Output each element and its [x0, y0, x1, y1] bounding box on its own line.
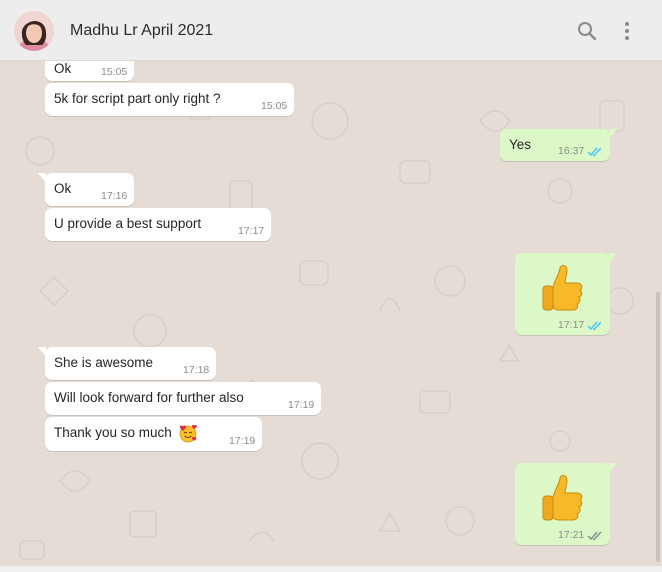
message-time: 16:37 — [558, 145, 585, 157]
thumbs-up-icon — [542, 265, 583, 311]
message-time: 17:21 — [558, 529, 585, 541]
contact-name[interactable]: Madhu Lr April 2021 — [70, 22, 213, 40]
bubble-tail — [609, 253, 617, 263]
contact-avatar[interactable] — [14, 11, 54, 51]
menu-dots-icon[interactable] — [615, 19, 639, 43]
message-time: 15:05 — [101, 66, 128, 78]
message-bubble-incoming[interactable]: Thank you so much 17:19 — [45, 417, 262, 451]
smiling-face-with-hearts-icon — [179, 424, 197, 443]
message-text: 5k for script part only right ? — [54, 91, 221, 106]
message-text: Yes — [509, 137, 532, 152]
bubble-tail — [609, 463, 617, 473]
message-bubble-incoming[interactable]: Ok 15:05 — [45, 61, 134, 81]
read-tick-icon — [587, 321, 602, 331]
bubble-tail — [609, 129, 617, 139]
message-text: She is awesome — [54, 355, 154, 370]
message-text: Thank you so much — [54, 425, 172, 440]
message-bubble-incoming[interactable]: She is awesome 17:18 — [38, 347, 216, 380]
bubble-tail — [38, 347, 46, 357]
message-time: 17:17 — [238, 225, 265, 237]
message-bubble-incoming[interactable]: 5k for script part only right ? 15:05 — [45, 83, 294, 116]
message-time: 17:19 — [229, 435, 256, 447]
read-tick-icon — [587, 147, 602, 157]
bubble-tail — [38, 173, 46, 183]
message-text: U provide a best support — [54, 216, 202, 231]
message-bubble-incoming[interactable]: Will look forward for further also 17:19 — [45, 382, 321, 415]
message-time: 17:18 — [183, 364, 210, 376]
chat-area[interactable]: Ok 15:05 5k for script part only right ?… — [0, 61, 662, 566]
scrollbar[interactable] — [656, 292, 660, 562]
message-time: 15:05 — [261, 100, 288, 112]
message-bubble-outgoing[interactable]: 17:17 — [515, 253, 617, 335]
search-icon[interactable] — [575, 19, 599, 43]
thumbs-up-icon — [542, 475, 583, 521]
message-bubble-incoming[interactable]: U provide a best support 17:17 — [45, 208, 271, 241]
message-time: 17:17 — [558, 319, 585, 331]
message-time: 17:19 — [288, 399, 315, 411]
message-text: Ok — [54, 181, 72, 196]
message-time: 17:16 — [101, 190, 128, 202]
message-bubble-outgoing[interactable]: Yes 16:37 — [500, 129, 617, 161]
message-bubble-incoming[interactable]: Ok 17:16 — [38, 173, 134, 206]
message-bubble-outgoing[interactable]: 17:21 — [515, 463, 617, 545]
delivered-tick-icon — [587, 531, 602, 541]
bottom-bar — [0, 566, 662, 572]
message-text: Ok — [54, 61, 72, 76]
chat-header: Madhu Lr April 2021 — [0, 0, 662, 61]
message-text: Will look forward for further also — [54, 390, 244, 405]
